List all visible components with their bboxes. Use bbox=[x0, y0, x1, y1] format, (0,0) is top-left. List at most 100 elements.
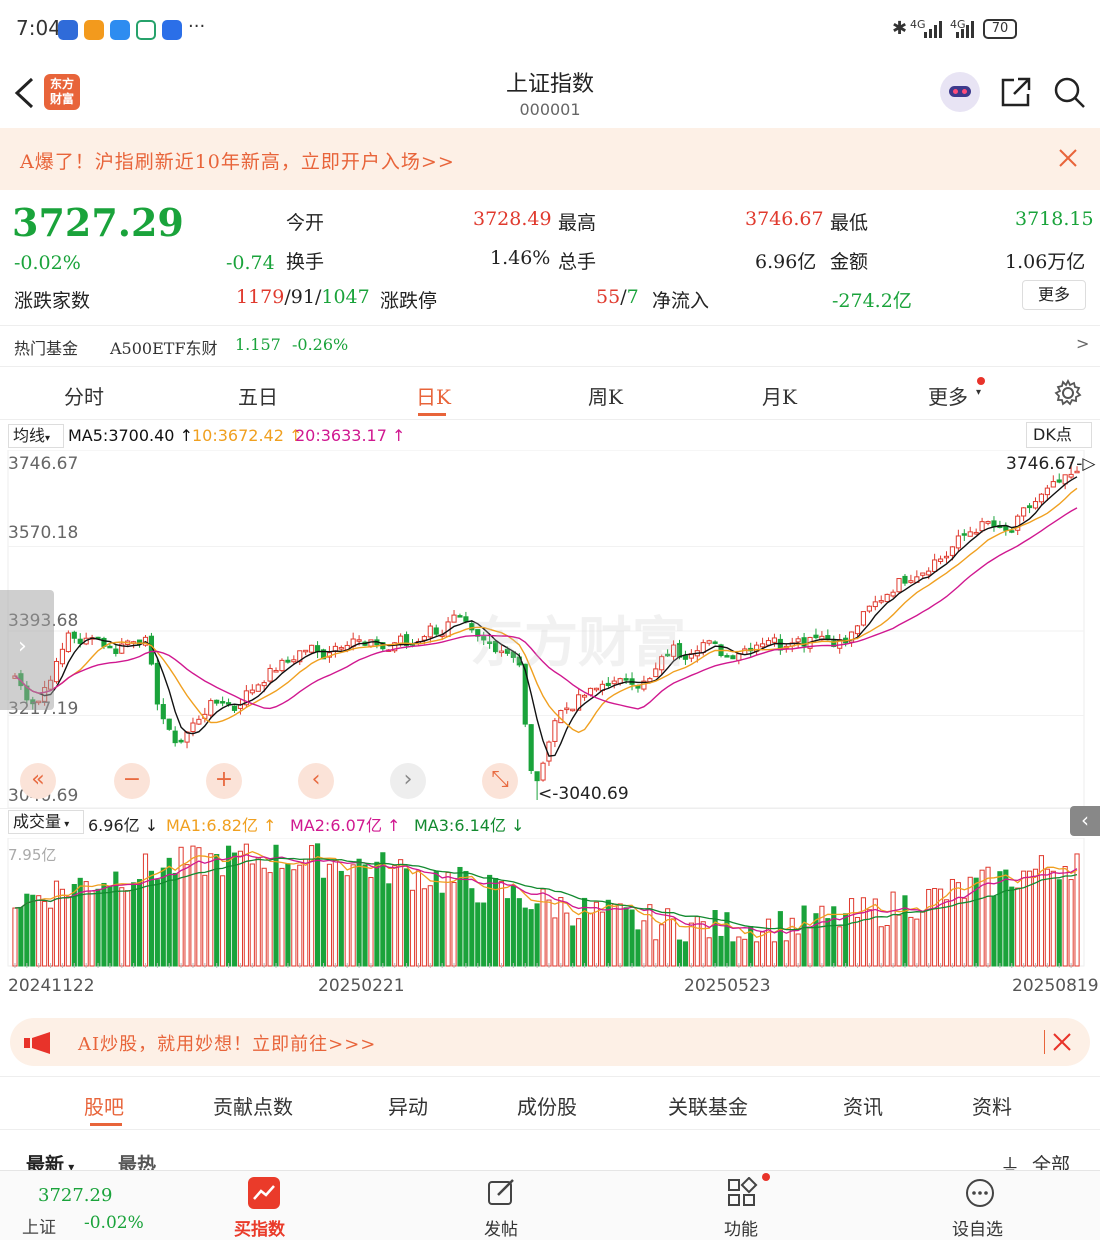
volume-bar bbox=[101, 882, 107, 967]
volume-bar bbox=[279, 867, 285, 967]
tab-weekly-k[interactable]: 周K bbox=[588, 381, 623, 410]
bank-icon bbox=[136, 20, 156, 40]
candle-body bbox=[937, 558, 944, 562]
change-percent: -0.02% bbox=[14, 252, 81, 274]
close-icon[interactable] bbox=[1058, 148, 1078, 168]
fund-name[interactable]: A500ETF东财 bbox=[110, 335, 218, 359]
candle-body bbox=[985, 521, 991, 524]
ma20-value: 20:3633.17 ↑ bbox=[295, 426, 406, 445]
volume-bar bbox=[688, 922, 694, 967]
tab-guba[interactable]: 股吧 bbox=[84, 1091, 124, 1120]
netflow-label: 净流入 bbox=[652, 290, 710, 312]
bluetooth-icon: ✱ bbox=[892, 18, 908, 39]
assistant-avatar-icon[interactable] bbox=[940, 72, 980, 112]
volume-bar bbox=[807, 926, 813, 967]
volume-bar bbox=[1062, 866, 1068, 967]
volume-bar bbox=[653, 939, 659, 967]
ad-text[interactable]: AI炒股，就用妙想！立即前往>>> bbox=[78, 1030, 376, 1056]
nav-functions[interactable]: 功能 bbox=[724, 1215, 758, 1240]
tab-related-funds[interactable]: 关联基金 bbox=[668, 1091, 748, 1120]
candle-body bbox=[427, 625, 433, 638]
share-icon[interactable] bbox=[1000, 76, 1032, 108]
ai-ad-banner[interactable]: AI炒股，就用妙想！立即前往>>> bbox=[10, 1018, 1090, 1066]
grid-apps-icon[interactable] bbox=[726, 1177, 758, 1209]
dk-point-button[interactable]: DK点 bbox=[1026, 422, 1092, 448]
ma-selector[interactable]: 均线▾ bbox=[8, 424, 64, 448]
high-marker: 3746.67-▷ bbox=[1006, 454, 1096, 474]
chevron-right-icon[interactable]: > bbox=[1076, 334, 1089, 353]
volume-bar bbox=[374, 861, 380, 967]
promo-banner[interactable]: A爆了！沪指刷新近10年新高，立即开户入场>> bbox=[0, 128, 1100, 190]
promo-text[interactable]: A爆了！沪指刷新近10年新高，立即开户入场>> bbox=[20, 147, 455, 174]
volume-bar bbox=[961, 897, 967, 967]
filter-icon[interactable]: ⏚ bbox=[1000, 1150, 1020, 1170]
nav-add-watchlist[interactable]: 设自选 bbox=[952, 1215, 1003, 1240]
volume-bar bbox=[819, 905, 825, 967]
scroll-right-icon[interactable]: › bbox=[390, 763, 426, 799]
volume-selector[interactable]: 成交量 ▾ bbox=[8, 810, 84, 834]
tab-monthly-k[interactable]: 月K bbox=[762, 381, 797, 410]
active-tab-indicator bbox=[90, 1123, 122, 1126]
browser-icon bbox=[162, 20, 182, 40]
volume-current: 6.96亿 ↓ bbox=[88, 816, 159, 835]
volume-bar bbox=[510, 885, 516, 967]
nav-post[interactable]: 发帖 bbox=[484, 1215, 518, 1240]
candle-body bbox=[433, 627, 439, 635]
settings-gear-icon[interactable] bbox=[1054, 379, 1082, 407]
tab-constituents[interactable]: 成份股 bbox=[517, 1091, 577, 1120]
tab-daily-k[interactable]: 日K bbox=[416, 381, 451, 410]
volume-bar bbox=[12, 907, 18, 967]
tab-movement[interactable]: 异动 bbox=[388, 1091, 428, 1120]
candle-body bbox=[1038, 493, 1045, 503]
volume-bar bbox=[409, 889, 416, 967]
nav-buy-index[interactable]: 买指数 bbox=[234, 1215, 285, 1240]
tab-intraday[interactable]: 分时 bbox=[64, 381, 104, 410]
volume-bar bbox=[362, 864, 368, 967]
volume-bar bbox=[706, 937, 712, 967]
close-icon[interactable] bbox=[1052, 1032, 1072, 1052]
amount-value: 1.06万亿 bbox=[1005, 251, 1086, 273]
tab-contribution[interactable]: 贡献点数 bbox=[213, 1091, 293, 1120]
fullscreen-icon[interactable]: ⤡ bbox=[482, 763, 518, 799]
tab-news[interactable]: 资讯 bbox=[843, 1091, 883, 1120]
volume-bar bbox=[326, 863, 333, 967]
hot-fund-row[interactable]: 热门基金 A500ETF东财 1.157 -0.26% > bbox=[0, 325, 1100, 365]
quote-panel: 3727.29 -0.02% -0.74 今开 3728.49 最高 3746.… bbox=[0, 190, 1100, 325]
more-button[interactable]: 更多 bbox=[1022, 280, 1086, 310]
candle-body bbox=[890, 591, 896, 597]
ad-divider bbox=[1044, 1030, 1045, 1054]
candle-body bbox=[1050, 481, 1056, 488]
tab-five-day[interactable]: 五日 bbox=[238, 381, 278, 410]
candle-body bbox=[166, 718, 172, 730]
side-drawer-handle[interactable]: › bbox=[0, 590, 54, 710]
volume-bar bbox=[309, 845, 315, 967]
collapse-panel-icon[interactable]: ‹ bbox=[1070, 806, 1100, 836]
edit-post-icon[interactable] bbox=[486, 1177, 518, 1209]
low-value: 3718.15 bbox=[1015, 208, 1094, 230]
candle-body bbox=[71, 631, 77, 639]
zoom-in-icon[interactable]: + bbox=[206, 763, 242, 799]
scroll-left-icon[interactable]: ‹ bbox=[298, 763, 334, 799]
add-watchlist-icon[interactable] bbox=[964, 1177, 996, 1209]
filter-all[interactable]: 全部 bbox=[1032, 1150, 1070, 1170]
volume-bar bbox=[635, 929, 641, 967]
divider bbox=[0, 808, 1100, 809]
candle-body bbox=[113, 648, 119, 654]
volume-bar bbox=[231, 852, 238, 967]
tab-more[interactable]: 更多 bbox=[928, 381, 968, 410]
scroll-left-fast-icon[interactable]: « bbox=[20, 763, 56, 799]
sort-hot[interactable]: 最热 bbox=[118, 1150, 156, 1170]
search-icon[interactable] bbox=[1053, 76, 1087, 110]
candle-body bbox=[338, 647, 344, 650]
volume-bar bbox=[261, 867, 267, 967]
sort-latest[interactable]: 最新 ▾ bbox=[26, 1150, 74, 1170]
candle-body bbox=[1032, 501, 1039, 509]
volume-bar bbox=[623, 907, 629, 967]
volume-bar bbox=[926, 888, 932, 967]
zoom-out-icon[interactable]: − bbox=[114, 763, 150, 799]
battery-icon: 70 bbox=[983, 19, 1017, 39]
volume-bar bbox=[967, 876, 973, 967]
kline-chart-area[interactable]: 均线▾ MA5:3700.40 ↑ 10:3672.42 ↑ 20:3633.1… bbox=[0, 420, 1100, 1000]
trend-up-icon[interactable] bbox=[248, 1177, 280, 1209]
tab-profile[interactable]: 资料 bbox=[972, 1091, 1012, 1120]
